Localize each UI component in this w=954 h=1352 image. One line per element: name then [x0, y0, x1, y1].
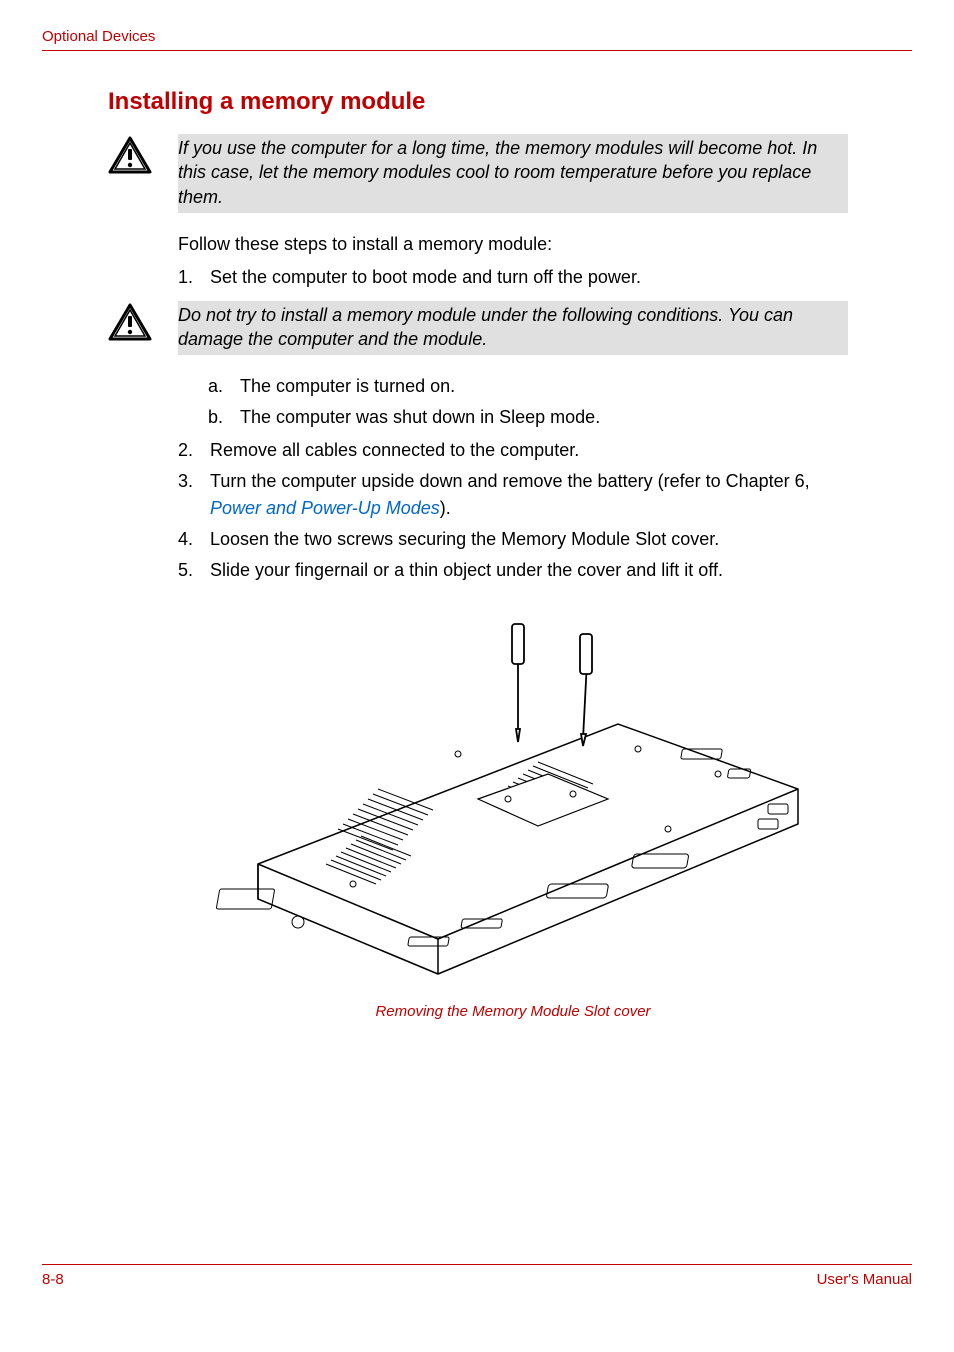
- step-4: 4. Loosen the two screws securing the Me…: [178, 526, 848, 553]
- cross-reference-link[interactable]: Power and Power-Up Modes: [210, 498, 440, 518]
- caution-icon: [108, 301, 178, 356]
- content-area: Installing a memory module If you use th…: [108, 76, 848, 1020]
- substep-b: b. The computer was shut down in Sleep m…: [208, 404, 848, 431]
- figure-caption: Removing the Memory Module Slot cover: [178, 1003, 848, 1020]
- caution-text-2: Do not try to install a memory module un…: [178, 301, 848, 356]
- document-title: User's Manual: [817, 1271, 912, 1288]
- footer-rule: [42, 1264, 912, 1265]
- step-number: 3.: [178, 468, 210, 522]
- figure-container: Removing the Memory Module Slot cover: [178, 604, 848, 1020]
- step-text: Loosen the two screws securing the Memor…: [210, 526, 848, 553]
- step-number: 2.: [178, 437, 210, 464]
- substep-text: The computer is turned on.: [240, 373, 455, 400]
- caution-block-1: If you use the computer for a long time,…: [108, 134, 848, 213]
- caution-block-2: Do not try to install a memory module un…: [108, 301, 848, 356]
- step-number: 5.: [178, 557, 210, 584]
- section-heading: Installing a memory module: [108, 88, 848, 116]
- page-header: Optional Devices: [42, 28, 912, 51]
- step3-before: Turn the computer upside down and remove…: [210, 471, 810, 491]
- substep-text: The computer was shut down in Sleep mode…: [240, 404, 600, 431]
- caution-text-1: If you use the computer for a long time,…: [178, 134, 848, 213]
- step-text: Set the computer to boot mode and turn o…: [210, 264, 848, 291]
- step-text: Slide your fingernail or a thin object u…: [210, 557, 848, 584]
- step-2: 2. Remove all cables connected to the co…: [178, 437, 848, 464]
- intro-text: Follow these steps to install a memory m…: [178, 231, 848, 258]
- step-text: Turn the computer upside down and remove…: [210, 468, 848, 522]
- step-1: 1. Set the computer to boot mode and tur…: [178, 264, 848, 291]
- step-number: 4.: [178, 526, 210, 553]
- step3-after: ).: [440, 498, 451, 518]
- step-number: 1.: [178, 264, 210, 291]
- page-footer: 8-8 User's Manual: [42, 1264, 912, 1288]
- step-text: Remove all cables connected to the compu…: [210, 437, 848, 464]
- step-3: 3. Turn the computer upside down and rem…: [178, 468, 848, 522]
- step-5: 5. Slide your fingernail or a thin objec…: [178, 557, 848, 584]
- header-chapter-title: Optional Devices: [42, 28, 912, 48]
- caution-icon: [108, 134, 178, 213]
- header-rule: [42, 50, 912, 51]
- laptop-diagram-illustration: [198, 604, 828, 984]
- page-number: 8-8: [42, 1271, 64, 1288]
- substep-a: a. The computer is turned on.: [208, 373, 848, 400]
- substep-label: b.: [208, 404, 240, 431]
- substep-label: a.: [208, 373, 240, 400]
